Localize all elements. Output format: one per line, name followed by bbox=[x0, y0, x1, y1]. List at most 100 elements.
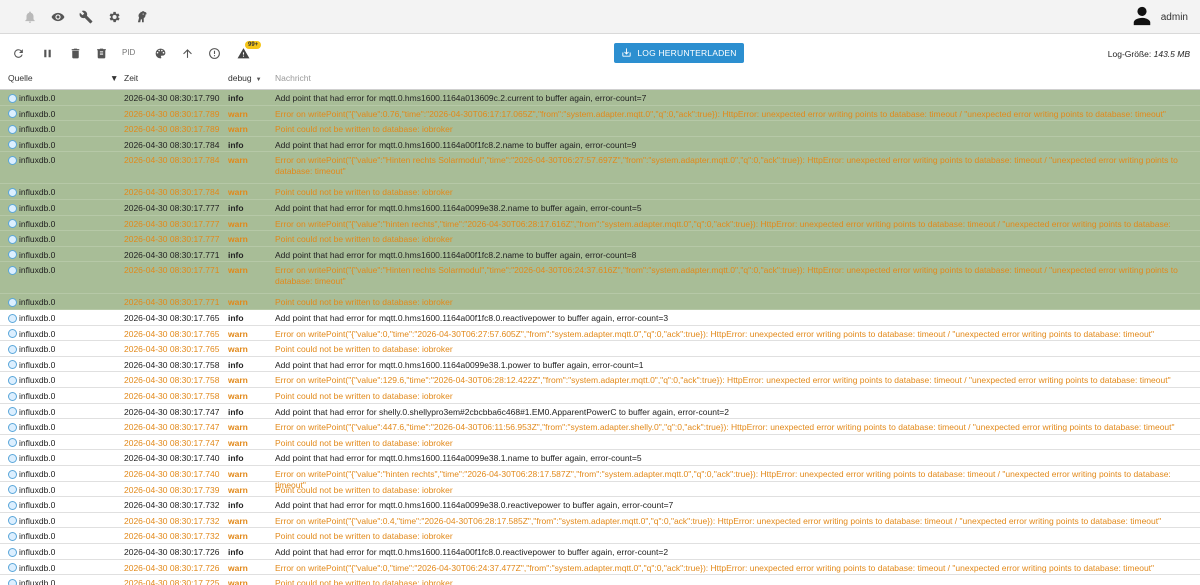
log-source-label: influxdb.0 bbox=[19, 578, 56, 585]
error-circle-icon[interactable] bbox=[205, 44, 223, 62]
log-level: warn bbox=[228, 515, 248, 526]
log-row[interactable]: influxdb.0 2026-04-30 08:30:17.747 info Add… bbox=[0, 404, 1200, 420]
pid-toggle[interactable]: PID bbox=[122, 48, 135, 57]
log-level: info bbox=[228, 547, 244, 557]
eye-icon[interactable] bbox=[49, 8, 67, 26]
adapter-icon bbox=[8, 219, 17, 229]
user-name: admin bbox=[1160, 11, 1188, 23]
log-row[interactable]: influxdb.0 2026-04-30 08:30:17.747 warn Poi… bbox=[0, 435, 1200, 451]
adapter-icon bbox=[8, 234, 17, 244]
log-time: 2026-04-30 08:30:17.765 bbox=[124, 328, 220, 339]
log-time: 2026-04-30 08:30:17.758 bbox=[124, 359, 220, 370]
log-row[interactable]: influxdb.0 2026-04-30 08:30:17.784 info Add… bbox=[0, 136, 1200, 153]
log-source: influxdb.0 bbox=[8, 265, 55, 275]
adapter-icon bbox=[8, 375, 17, 385]
delete-all-icon[interactable] bbox=[92, 44, 110, 62]
adapter-icon bbox=[8, 344, 17, 354]
log-row[interactable]: influxdb.0 2026-04-30 08:30:17.758 warn Err… bbox=[0, 372, 1200, 388]
adapter-icon bbox=[8, 140, 17, 150]
log-source-label: influxdb.0 bbox=[19, 218, 56, 229]
log-row[interactable]: influxdb.0 2026-04-30 08:30:17.765 info Add… bbox=[0, 310, 1200, 326]
log-level: warn bbox=[228, 328, 248, 339]
log-row[interactable]: influxdb.0 2026-04-30 08:30:17.726 info Add… bbox=[0, 544, 1200, 560]
log-source: influxdb.0 bbox=[8, 407, 55, 417]
adapter-icon bbox=[8, 547, 17, 557]
download-log-button[interactable]: LOG HERUNTERLADEN bbox=[614, 43, 744, 63]
log-level: warn bbox=[228, 265, 248, 276]
log-row[interactable]: influxdb.0 2026-04-30 08:30:17.765 warn Poi… bbox=[0, 341, 1200, 357]
log-level: info bbox=[228, 359, 244, 370]
refresh-icon[interactable] bbox=[9, 44, 27, 62]
log-row[interactable]: influxdb.0 2026-04-30 08:30:17.732 info Add… bbox=[0, 497, 1200, 513]
log-row[interactable]: influxdb.0 2026-04-30 08:30:17.771 warn Poi… bbox=[0, 294, 1200, 310]
log-row[interactable]: influxdb.0 2026-04-30 08:30:17.784 warn Poi… bbox=[0, 184, 1200, 200]
log-source-label: influxdb.0 bbox=[19, 562, 56, 573]
adapter-icon bbox=[8, 516, 17, 526]
log-row[interactable]: influxdb.0 2026-04-30 08:30:17.758 info Add… bbox=[0, 357, 1200, 373]
log-level: warn bbox=[228, 124, 248, 135]
log-source: influxdb.0 bbox=[8, 391, 55, 401]
log-message: Point could not be written to database: … bbox=[275, 234, 453, 245]
log-source-label: influxdb.0 bbox=[19, 547, 56, 557]
source-column-filter[interactable]: Quelle bbox=[8, 73, 33, 83]
log-time: 2026-04-30 08:30:17.765 bbox=[124, 344, 220, 355]
delete-icon[interactable] bbox=[66, 44, 84, 62]
log-row[interactable]: influxdb.0 2026-04-30 08:30:17.771 warn Err… bbox=[0, 262, 1200, 295]
log-source: influxdb.0 bbox=[8, 109, 55, 119]
level-select[interactable]: debug ▼ bbox=[228, 73, 262, 83]
log-row[interactable]: influxdb.0 2026-04-30 08:30:17.732 warn Poi… bbox=[0, 528, 1200, 544]
log-level: warn bbox=[228, 484, 248, 495]
arrow-up-icon[interactable] bbox=[178, 44, 196, 62]
gear-icon[interactable] bbox=[105, 8, 123, 26]
log-message: Add point that had error for mqtt.0.hms1… bbox=[275, 249, 637, 260]
log-source: influxdb.0 bbox=[8, 578, 55, 585]
log-time: 2026-04-30 08:30:17.765 bbox=[124, 313, 220, 323]
log-row[interactable]: influxdb.0 2026-04-30 08:30:17.725 warn Poi… bbox=[0, 575, 1200, 585]
pause-icon[interactable] bbox=[38, 44, 56, 62]
log-row[interactable]: influxdb.0 2026-04-30 08:30:17.758 warn Poi… bbox=[0, 388, 1200, 404]
bell-icon[interactable] bbox=[21, 8, 39, 26]
source-dropdown-caret-icon[interactable]: ▼ bbox=[110, 73, 118, 83]
log-time: 2026-04-30 08:30:17.777 bbox=[124, 234, 220, 245]
log-row[interactable]: influxdb.0 2026-04-30 08:30:17.777 info Add… bbox=[0, 200, 1200, 216]
user-menu[interactable]: admin bbox=[1131, 6, 1188, 28]
log-level: info bbox=[228, 500, 244, 511]
log-message: Error on writePoint("{"value":0,"time":"… bbox=[275, 562, 1155, 573]
log-size: Log-Größe: 143.5 MB bbox=[1108, 49, 1190, 59]
log-source: influxdb.0 bbox=[8, 438, 55, 448]
log-level: info bbox=[228, 406, 244, 417]
log-row[interactable]: influxdb.0 2026-04-30 08:30:17.732 warn Err… bbox=[0, 513, 1200, 529]
log-row[interactable]: influxdb.0 2026-04-30 08:30:17.771 info Add… bbox=[0, 246, 1200, 263]
wrench-icon[interactable] bbox=[77, 8, 95, 26]
log-row[interactable]: influxdb.0 2026-04-30 08:30:17.739 warn Poi… bbox=[0, 482, 1200, 498]
message-filter-input[interactable]: Nachricht bbox=[275, 73, 311, 83]
log-row[interactable]: influxdb.0 2026-04-30 08:30:17.740 warn Err… bbox=[0, 466, 1200, 490]
log-row[interactable]: influxdb.0 2026-04-30 08:30:17.777 warn Err… bbox=[0, 215, 1200, 240]
log-source-label: influxdb.0 bbox=[19, 484, 56, 495]
top-app-bar: admin bbox=[0, 0, 1200, 34]
log-time: 2026-04-30 08:30:17.758 bbox=[124, 375, 220, 386]
log-row[interactable]: influxdb.0 2026-04-30 08:30:17.740 info Add… bbox=[0, 450, 1200, 466]
log-row[interactable]: influxdb.0 2026-04-30 08:30:17.789 warn Poi… bbox=[0, 121, 1200, 137]
log-message: Error on writePoint("{"value":129.6,"tim… bbox=[275, 375, 1171, 386]
log-row[interactable]: influxdb.0 2026-04-30 08:30:17.726 warn Err… bbox=[0, 560, 1200, 576]
log-message: Add point that had error for mqtt.0.hms1… bbox=[275, 203, 642, 213]
horse-icon[interactable] bbox=[133, 8, 151, 26]
log-row[interactable]: influxdb.0 2026-04-30 08:30:17.747 warn Err… bbox=[0, 419, 1200, 435]
adapter-icon bbox=[8, 297, 17, 307]
download-icon bbox=[621, 47, 632, 60]
log-row[interactable]: influxdb.0 2026-04-30 08:30:17.789 warn Err… bbox=[0, 105, 1200, 122]
palette-icon[interactable] bbox=[151, 44, 169, 62]
log-row[interactable]: influxdb.0 2026-04-30 08:30:17.784 warn Err… bbox=[0, 152, 1200, 185]
log-size-label: Log-Größe: bbox=[1107, 49, 1152, 59]
log-message: Add point that had error for mqtt.0.hms1… bbox=[275, 500, 674, 511]
log-level: warn bbox=[228, 234, 248, 245]
log-row[interactable]: influxdb.0 2026-04-30 08:30:17.765 warn Err… bbox=[0, 326, 1200, 342]
log-message: Error on writePoint("{"value":0.76,"time… bbox=[275, 108, 1166, 119]
log-source: influxdb.0 bbox=[8, 531, 55, 541]
log-row[interactable]: influxdb.0 2026-04-30 08:30:17.777 warn Poi… bbox=[0, 231, 1200, 247]
log-time: 2026-04-30 08:30:17.725 bbox=[124, 578, 220, 585]
log-source-label: influxdb.0 bbox=[19, 531, 56, 542]
log-source-label: influxdb.0 bbox=[19, 203, 56, 213]
log-row[interactable]: influxdb.0 2026-04-30 08:30:17.790 info Add… bbox=[0, 90, 1200, 106]
